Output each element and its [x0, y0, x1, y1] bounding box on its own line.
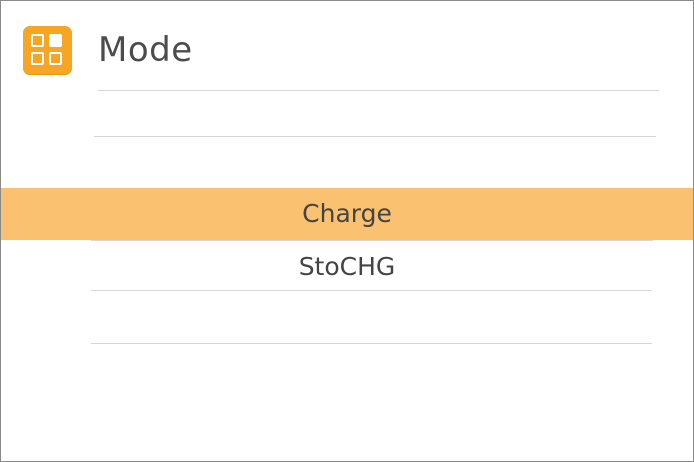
- option-stochg[interactable]: StoCHG: [1, 241, 693, 293]
- option-empty-top[interactable]: [1, 85, 693, 137]
- divider: [91, 343, 652, 344]
- option-empty-bottom[interactable]: [1, 291, 693, 343]
- mode-option-list[interactable]: Charge StoCHG: [1, 1, 693, 461]
- mode-panel: Mode Charge StoCHG: [0, 0, 694, 462]
- divider: [94, 136, 656, 137]
- option-charge[interactable]: Charge: [1, 188, 693, 240]
